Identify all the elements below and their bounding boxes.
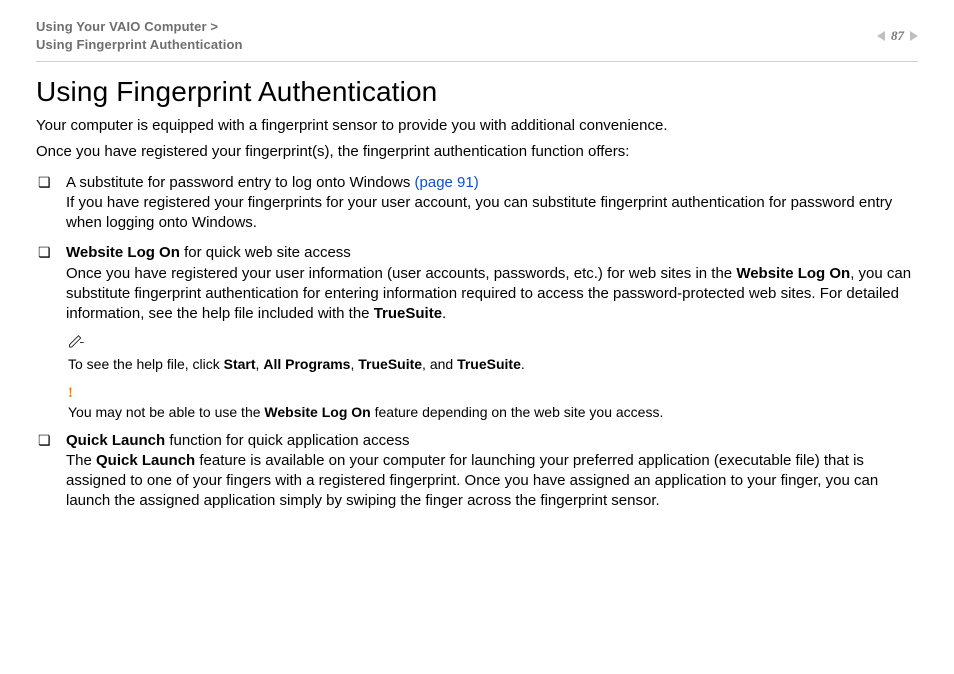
list-item-text: Quick Launch function for quick applicat… bbox=[66, 431, 918, 512]
feature-list: ❏ A substitute for password entry to log… bbox=[36, 173, 918, 512]
list-item-text: Website Log On for quick web site access… bbox=[66, 243, 918, 324]
warning-note: You may not be able to use the Website L… bbox=[68, 403, 918, 421]
list-item: ❏ Quick Launch function for quick applic… bbox=[38, 431, 918, 512]
text-run: If you have registered your fingerprints… bbox=[66, 194, 892, 231]
bullet-icon: ❏ bbox=[38, 432, 52, 449]
intro-paragraph-1: Your computer is equipped with a fingerp… bbox=[36, 116, 918, 136]
breadcrumb-current: Using Fingerprint Authentication bbox=[36, 36, 243, 54]
text-run: You may not be able to use the bbox=[68, 404, 264, 420]
text-run: feature depending on the web site you ac… bbox=[371, 404, 664, 420]
header-divider bbox=[36, 61, 918, 62]
text-run: The bbox=[66, 452, 96, 469]
next-page-icon[interactable] bbox=[910, 31, 918, 41]
breadcrumb: Using Your VAIO Computer > Using Fingerp… bbox=[36, 18, 243, 53]
text-bold: Quick Launch bbox=[96, 452, 195, 469]
text-run: . bbox=[521, 356, 525, 372]
text-bold: All Programs bbox=[263, 356, 350, 372]
page-nav: 87 bbox=[877, 18, 918, 44]
text-bold: Start bbox=[224, 356, 256, 372]
warning-icon: ! bbox=[68, 386, 918, 401]
page-number: 87 bbox=[891, 28, 904, 44]
tip-note: To see the help file, click Start, All P… bbox=[68, 355, 918, 373]
prev-page-icon[interactable] bbox=[877, 31, 885, 41]
page-title: Using Fingerprint Authentication bbox=[36, 76, 918, 108]
list-item: ❏ A substitute for password entry to log… bbox=[38, 173, 918, 234]
note-block: To see the help file, click Start, All P… bbox=[68, 334, 918, 420]
text-run: function for quick application access bbox=[165, 432, 409, 449]
list-item: ❏ Website Log On for quick web site acce… bbox=[38, 243, 918, 324]
pencil-note-icon bbox=[68, 334, 918, 353]
breadcrumb-parent[interactable]: Using Your VAIO Computer > bbox=[36, 18, 243, 36]
text-bold: Quick Launch bbox=[66, 432, 165, 449]
text-run: Once you have registered your user infor… bbox=[66, 265, 736, 282]
list-item-text: A substitute for password entry to log o… bbox=[66, 173, 918, 234]
text-bold: Website Log On bbox=[66, 244, 180, 261]
text-run: . bbox=[442, 305, 446, 322]
text-run: for quick web site access bbox=[180, 244, 351, 261]
text-bold: Website Log On bbox=[264, 404, 370, 420]
intro-paragraph-2: Once you have registered your fingerprin… bbox=[36, 142, 918, 162]
text-bold: TrueSuite bbox=[358, 356, 422, 372]
text-run: A substitute for password entry to log o… bbox=[66, 174, 415, 191]
text-bold: TrueSuite bbox=[374, 305, 442, 322]
text-bold: TrueSuite bbox=[457, 356, 521, 372]
text-run: To see the help file, click bbox=[68, 356, 224, 372]
bullet-icon: ❏ bbox=[38, 244, 52, 261]
bullet-icon: ❏ bbox=[38, 174, 52, 191]
text-bold: Website Log On bbox=[736, 265, 850, 282]
text-run: , and bbox=[422, 356, 457, 372]
page-link[interactable]: (page 91) bbox=[415, 174, 479, 191]
